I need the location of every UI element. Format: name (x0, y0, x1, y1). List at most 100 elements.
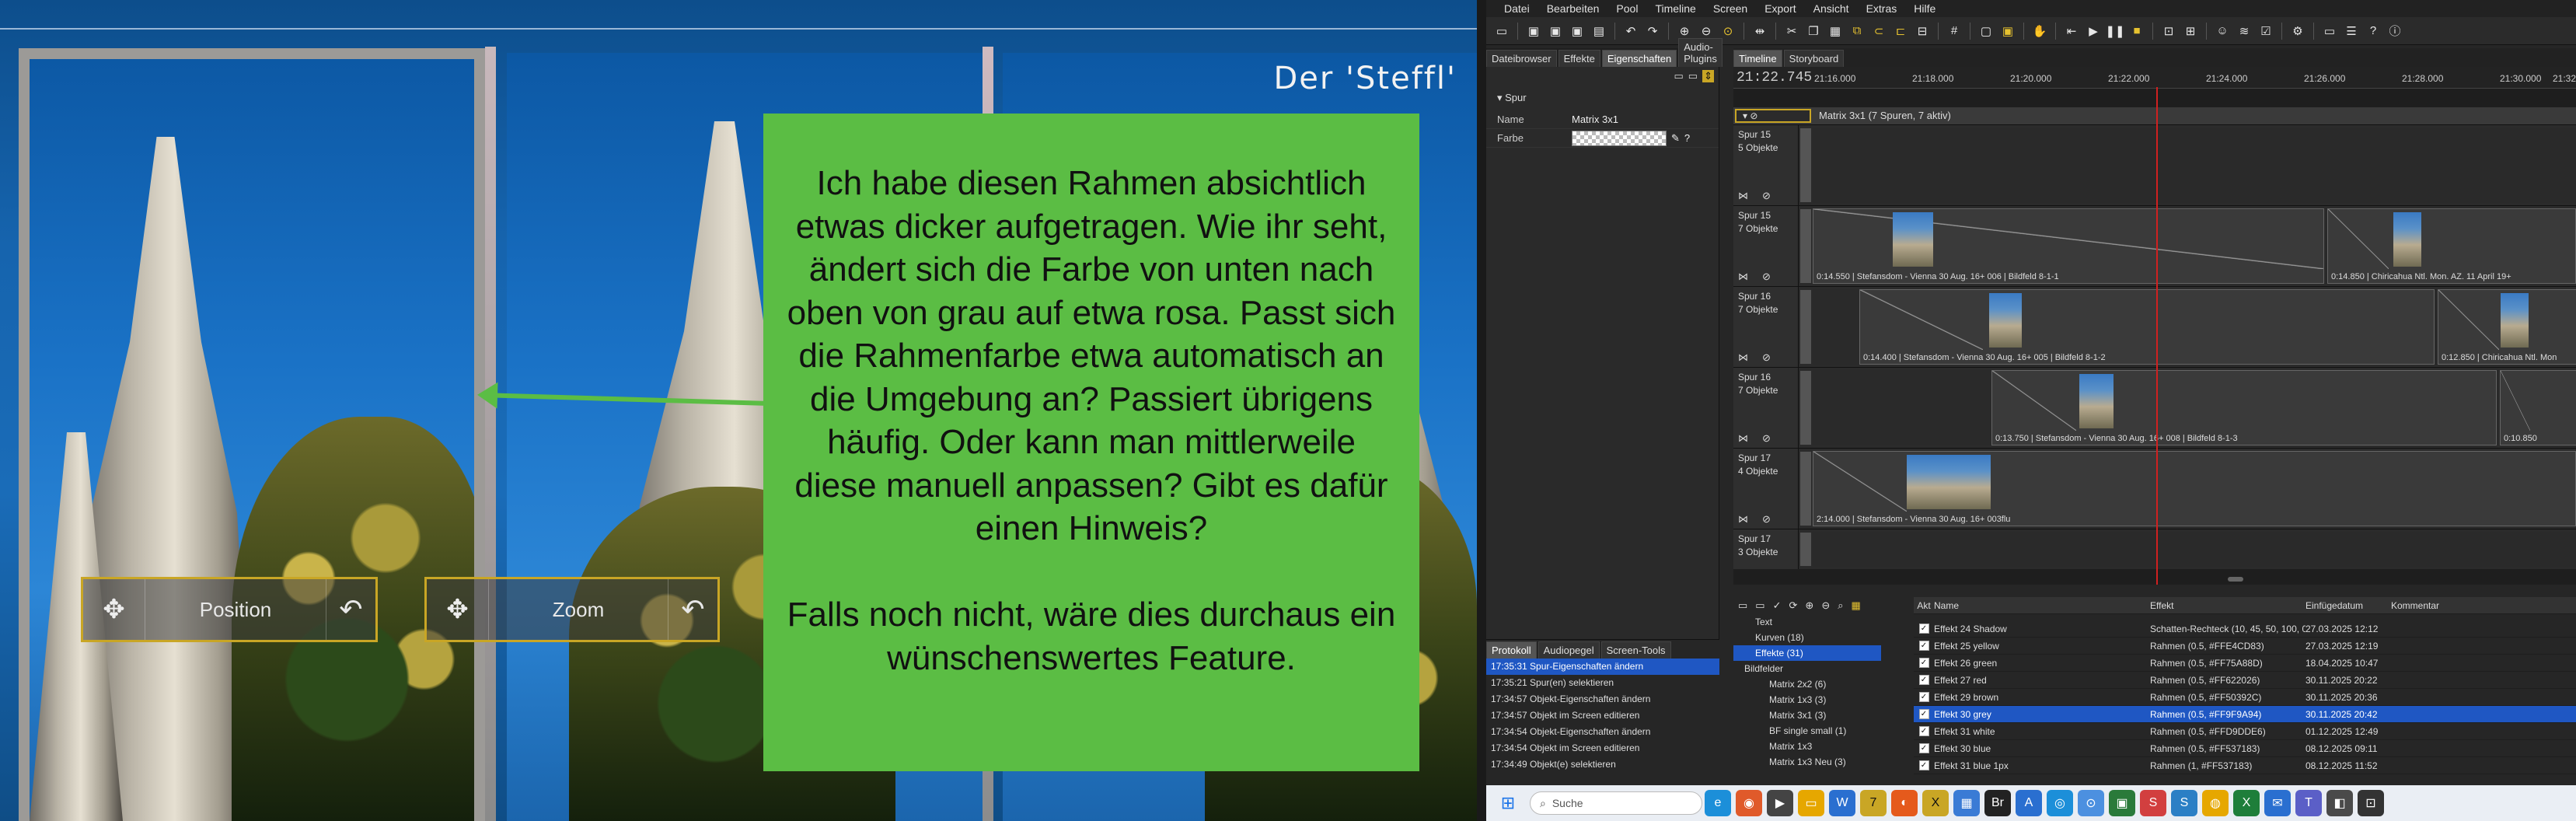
app-icon[interactable]: ◉ (1736, 790, 1762, 816)
users-icon[interactable]: ☺ (2215, 23, 2230, 39)
pool-item[interactable]: Matrix 1x3 (1733, 739, 1912, 754)
chat-icon[interactable]: ▭ (2322, 23, 2337, 39)
name-value[interactable]: Matrix 3x1 (1572, 114, 1719, 125)
pool-item[interactable]: Text (1733, 614, 1912, 630)
table-row[interactable]: ✓ Effekt 25 yellow Rahmen (0.5, #FFE4CD83)… (1914, 638, 2576, 655)
hand-icon[interactable]: ✋ (2032, 23, 2047, 39)
properties-icon[interactable]: ▤ (1591, 23, 1607, 39)
column-header[interactable]: Akt (1914, 600, 1934, 611)
table-row[interactable]: ✓ Effekt 31 blue 1px Rahmen (1, #FF537183)… (1914, 757, 2576, 774)
timeline-clip[interactable]: 2:14.000 | Stefansdom - Vienna 30 Aug. 1… (1813, 451, 2576, 526)
timeline-clip[interactable]: 0:12.850 | Chiricahua Ntl. Mon (2438, 289, 2576, 365)
checkbox[interactable]: ✓ (1918, 624, 1929, 634)
checklist-icon[interactable]: ☑ (2258, 23, 2274, 39)
log-entry[interactable]: 17:35:31 Spur-Eigenschaften ändern (1486, 659, 1719, 675)
section-spur[interactable]: ▾ Spur (1486, 86, 1719, 110)
app-icon[interactable]: ◧ (2326, 790, 2353, 816)
open-folder-icon[interactable]: ▭ (1494, 23, 1510, 39)
table-row[interactable]: ✓ Effekt 27 red Rahmen (0.5, #FF622026) 30.… (1914, 672, 2576, 689)
menu-datei[interactable]: Datei (1496, 2, 1538, 15)
tab-dateibrowser[interactable]: Dateibrowser (1486, 50, 1557, 67)
table-row[interactable]: ✓ Effekt 26 green Rahmen (0.5, #FF75A88D) 1… (1914, 655, 2576, 672)
log-entry[interactable]: 17:35:21 Spur(en) selektieren (1486, 675, 1719, 691)
frame-icon[interactable]: ▢ (1978, 23, 1994, 39)
timeline-scrollbar[interactable] (2228, 577, 2243, 582)
checkbox[interactable]: ✓ (1918, 760, 1929, 770)
log-entry[interactable]: 17:34:54 Objekt im Screen editieren (1486, 740, 1719, 756)
app-icon[interactable]: Br (1984, 790, 2011, 816)
eyedropper-icon[interactable]: ✎ (1671, 132, 1680, 145)
table-row[interactable]: ✓ Effekt 29 brown Rahmen (0.5, #FF50392C) 3… (1914, 689, 2576, 706)
checkbox[interactable]: ✓ (1918, 743, 1929, 753)
pool-item[interactable]: Effekte (31) (1733, 645, 1881, 661)
track-row[interactable]: Spur 15 5 Objekte ⋈ ⊘ (1733, 124, 2576, 205)
undo-icon[interactable]: ↶ (1623, 23, 1639, 39)
log-entry[interactable]: 17:34:49 Objekt(e) selektieren (1486, 756, 1719, 773)
track-row[interactable]: Spur 16 7 Objekte ⋈ ⊘ 0:14.400 | Stefansdo… (1733, 286, 2576, 367)
copy-icon[interactable]: ❐ (1806, 23, 1821, 39)
split-icon[interactable]: ⇹ (1752, 23, 1768, 39)
menu-extras[interactable]: Extras (1858, 2, 1906, 15)
save-icon[interactable]: ▣ (1526, 23, 1541, 39)
stop-icon[interactable]: ■ (2129, 23, 2145, 39)
tab-effekte[interactable]: Effekte (1558, 50, 1600, 67)
menu-bearbeiten[interactable]: Bearbeiten (1538, 2, 1608, 15)
pool-item[interactable]: Matrix 2x2 (6) (1733, 676, 1912, 692)
time-ruler[interactable]: 21:22.745 21:16.000 21:18.000 21:20.000 … (1733, 67, 2576, 89)
log-entry[interactable]: 17:34:57 Objekt im Screen editieren (1486, 707, 1719, 724)
app-icon[interactable]: ◎ (2047, 790, 2073, 816)
track-controls[interactable]: ⋈ ⊘ (1738, 351, 1771, 364)
grid-icon[interactable]: # (1946, 23, 1962, 39)
track-row[interactable]: Spur 17 3 Objekte (1733, 529, 2576, 569)
menu-export[interactable]: Export (1756, 2, 1804, 15)
timeline-clip[interactable]: 0:10.850 (2500, 370, 2576, 445)
position-control[interactable]: ✥ Position ↶ (81, 577, 378, 642)
help-icon[interactable]: ? (2365, 23, 2381, 39)
pool-item[interactable]: Bildfelder (1733, 661, 1912, 676)
column-header[interactable]: Kommentar (2391, 600, 2576, 611)
firefox-icon[interactable]: ◐ (1891, 790, 1918, 816)
pin-icon[interactable]: ⇕ (1702, 70, 1714, 82)
playhead[interactable] (2156, 87, 2158, 585)
checkbox[interactable]: ✓ (1918, 658, 1929, 668)
gear-icon[interactable]: ⚙ (2290, 23, 2305, 39)
menu-ansicht[interactable]: Ansicht (1805, 2, 1858, 15)
log-entry[interactable]: 17:34:57 Objekt-Eigenschaften ändern (1486, 691, 1719, 707)
checkbox[interactable]: ✓ (1918, 675, 1929, 685)
undo-icon[interactable]: ↶ (668, 579, 717, 640)
app-icon[interactable]: ▣ (2109, 790, 2135, 816)
track-controls[interactable]: ⋈ ⊘ (1738, 270, 1771, 283)
editor-app-icon[interactable]: X (1922, 790, 1949, 816)
windows-start-icon[interactable]: ⊞ (1495, 790, 1521, 816)
align-icon[interactable]: ⊏ (1893, 23, 1908, 39)
app-icon[interactable]: S (2171, 790, 2197, 816)
track-controls[interactable]: ⋈ ⊘ (1738, 189, 1771, 202)
move-icon[interactable]: ✥ (427, 579, 489, 640)
move-icon[interactable]: ✥ (83, 579, 145, 640)
play-icon[interactable]: ▶ (2086, 23, 2101, 39)
snap-icon[interactable]: ▣ (2000, 23, 2016, 39)
checkbox[interactable]: ✓ (1918, 641, 1929, 651)
word-icon[interactable]: W (1829, 790, 1855, 816)
to-start-icon[interactable]: ⇤ (2064, 23, 2079, 39)
refresh-icon[interactable]: ⟳ (1789, 599, 1798, 612)
pause-icon[interactable]: ❚❚ (2105, 23, 2124, 39)
tab-eigenschaften[interactable]: Eigenschaften (1601, 50, 1677, 67)
check-icon[interactable]: ✓ (1773, 599, 1782, 612)
paste-icon[interactable]: ▦ (1827, 23, 1843, 39)
list-icon[interactable]: ☰ (2344, 23, 2359, 39)
app-icon[interactable]: ✉ (2264, 790, 2291, 816)
save-as-icon[interactable]: ▣ (1548, 23, 1563, 39)
app-icon[interactable]: ⊙ (2078, 790, 2104, 816)
marker-icon[interactable]: ⊞ (2183, 23, 2198, 39)
clip-icon[interactable]: ⊟ (1915, 23, 1930, 39)
tab-audio-plugins[interactable]: Audio-Plugins (1678, 38, 1723, 67)
tab-protokoll[interactable]: Protokoll (1486, 641, 1537, 659)
folder-open-icon[interactable]: ▭ (1688, 70, 1698, 82)
tab-screen-tools[interactable]: Screen-Tools (1600, 641, 1671, 659)
track-row[interactable]: Spur 15 7 Objekte ⋈ ⊘ 0:14.550 | Stefansdo… (1733, 205, 2576, 286)
column-header[interactable]: Name (1934, 600, 2150, 611)
grid-icon[interactable]: ▦ (1852, 599, 1861, 612)
teams-icon[interactable]: T (2295, 790, 2322, 816)
track-controls[interactable]: ⋈ ⊘ (1738, 512, 1771, 526)
